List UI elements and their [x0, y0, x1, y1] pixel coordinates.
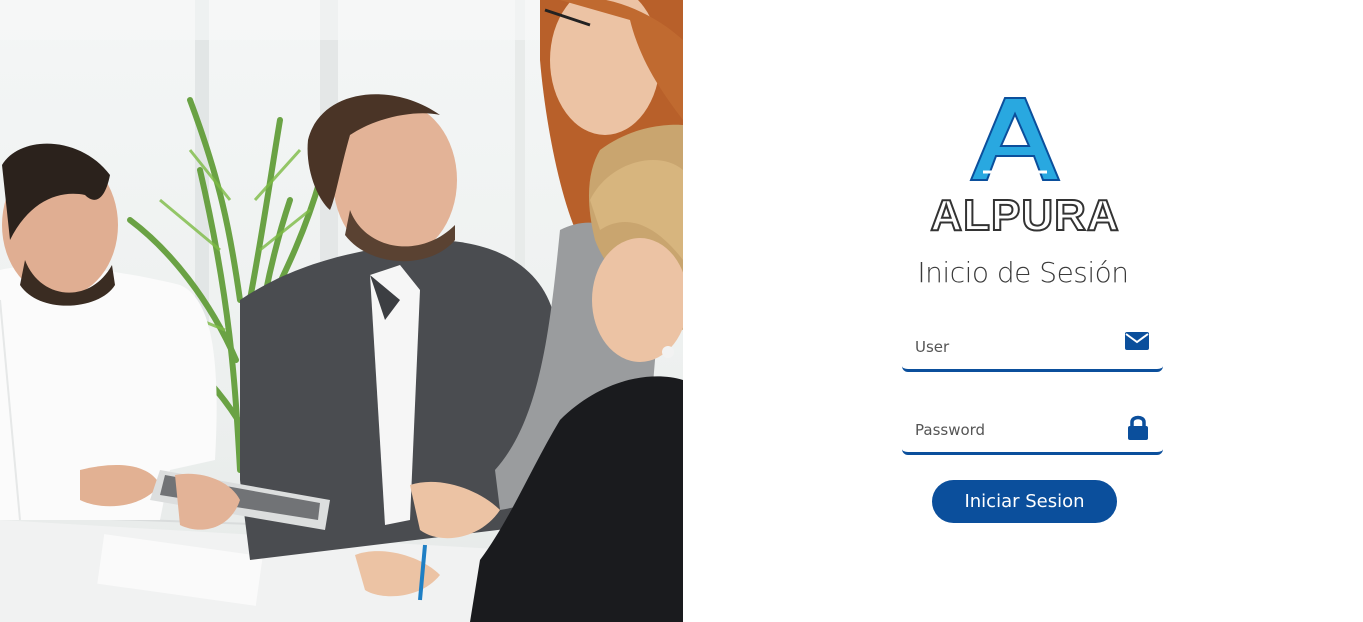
logo-mark: ALPURA	[929, 97, 1120, 234]
lock-icon	[1127, 415, 1149, 445]
login-button[interactable]: Iniciar Sesion	[932, 480, 1117, 523]
password-field	[902, 411, 1163, 455]
envelope-icon	[1125, 332, 1149, 354]
user-input[interactable]	[915, 334, 1115, 360]
login-panel: ALPURA Inicio de Sesión Iniciar Sesion	[683, 0, 1363, 622]
page-title: Inicio de Sesión	[917, 256, 1129, 289]
alpura-logo: ALPURA	[921, 96, 1129, 234]
user-field	[902, 328, 1163, 372]
office-meeting-illustration	[0, 0, 683, 622]
hero-photo	[0, 0, 683, 622]
logo-wordmark: ALPURA	[930, 191, 1119, 234]
password-input[interactable]	[915, 417, 1115, 443]
